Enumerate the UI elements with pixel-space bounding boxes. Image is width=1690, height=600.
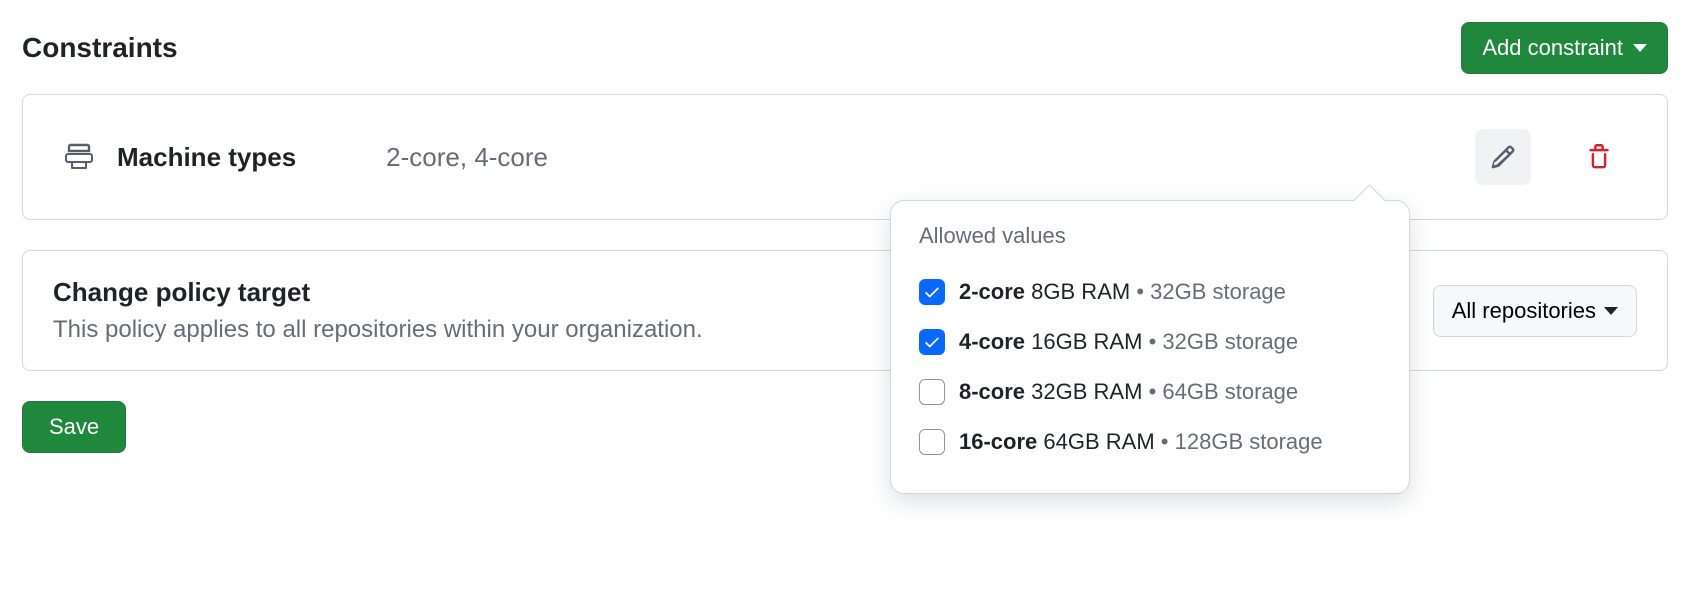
policy-target-select-label: All repositories (1452, 298, 1596, 324)
chevron-down-icon (1604, 307, 1618, 315)
allowed-values-popover: Allowed values 2-core 8GB RAM • 32GB sto… (890, 200, 1410, 494)
trash-icon (1586, 144, 1612, 170)
option-label: 2-core 8GB RAM • 32GB storage (959, 279, 1286, 305)
option-label: 4-core 16GB RAM • 32GB storage (959, 329, 1298, 355)
check-icon (923, 283, 941, 301)
checkbox[interactable] (919, 429, 945, 455)
pencil-icon (1490, 144, 1516, 170)
popover-title: Allowed values (919, 223, 1381, 249)
save-button[interactable]: Save (22, 401, 126, 453)
machine-option[interactable]: 2-core 8GB RAM • 32GB storage (919, 267, 1381, 317)
option-label: 8-core 32GB RAM • 64GB storage (959, 379, 1298, 405)
option-label: 16-core 64GB RAM • 128GB storage (959, 429, 1323, 455)
add-constraint-button[interactable]: Add constraint (1461, 22, 1668, 74)
add-constraint-label: Add constraint (1482, 35, 1623, 61)
checkbox[interactable] (919, 279, 945, 305)
chevron-down-icon (1633, 44, 1647, 52)
edit-button[interactable] (1475, 129, 1531, 185)
server-icon (63, 141, 95, 173)
policy-target-description: This policy applies to all repositories … (53, 316, 703, 344)
constraint-row: Machine types 2-core, 4-core (23, 95, 1667, 219)
constraint-name: Machine types (117, 142, 296, 173)
checkbox[interactable] (919, 329, 945, 355)
policy-target-select[interactable]: All repositories (1433, 285, 1637, 337)
machine-option[interactable]: 4-core 16GB RAM • 32GB storage (919, 317, 1381, 367)
policy-target-title: Change policy target (53, 277, 703, 308)
check-icon (923, 333, 941, 351)
machine-option[interactable]: 8-core 32GB RAM • 64GB storage (919, 367, 1381, 417)
constraint-summary: 2-core, 4-core (386, 142, 1475, 173)
constraint-panel: Machine types 2-core, 4-core (22, 94, 1668, 220)
policy-target-panel: Change policy target This policy applies… (22, 250, 1668, 371)
constraints-heading: Constraints (22, 32, 178, 64)
delete-button[interactable] (1571, 129, 1627, 185)
checkbox[interactable] (919, 379, 945, 405)
machine-option[interactable]: 16-core 64GB RAM • 128GB storage (919, 417, 1381, 467)
